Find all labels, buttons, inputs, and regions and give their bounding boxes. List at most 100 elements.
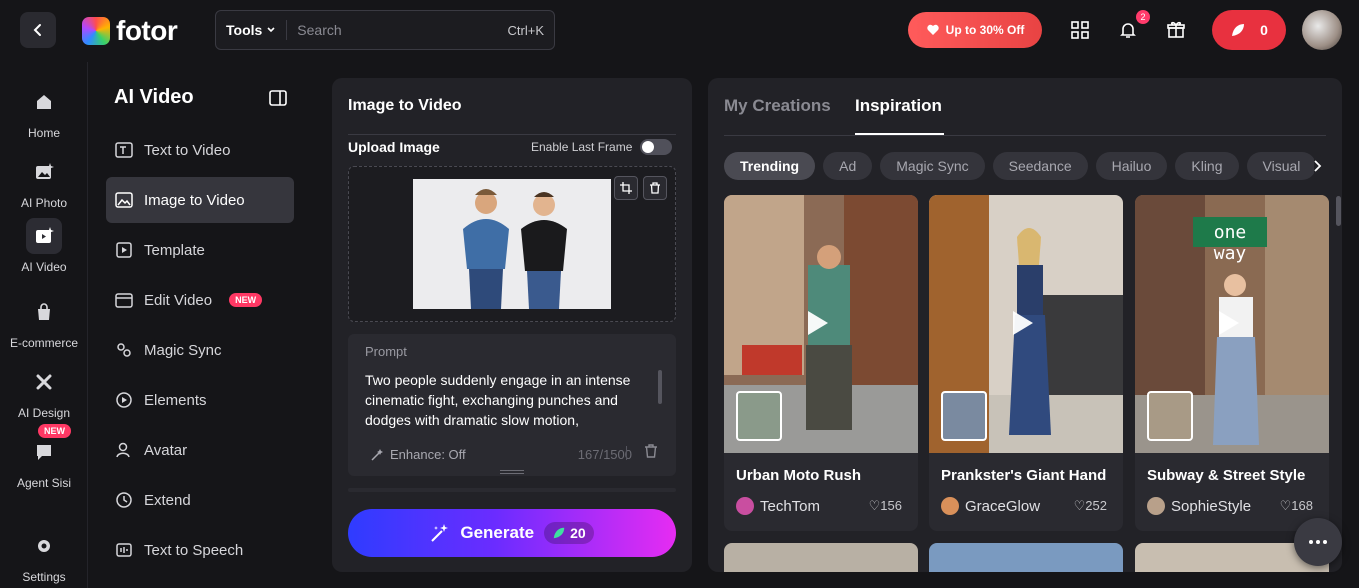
chip-ad[interactable]: Ad [823,152,873,180]
rail-item-ai-design[interactable]: AI Design [0,364,88,420]
chip-magic-sync[interactable]: Magic Sync [880,152,985,180]
street-sign-text: one way [1213,222,1247,264]
collapse-panel-button[interactable] [269,90,287,111]
heart-icon: ♡ [1279,498,1292,513]
home-icon [26,84,62,120]
apps-button[interactable] [1066,16,1094,44]
delete-image-button[interactable] [643,176,667,200]
generate-button[interactable]: Generate 20 [348,509,676,557]
play-icon [1219,311,1239,335]
history-icon [116,492,132,508]
nav-item-avatar[interactable]: Avatar [106,427,294,473]
logo-text: fotor [116,15,178,46]
tab-inspiration[interactable]: Inspiration [855,96,942,116]
upload-dropzone[interactable] [348,166,676,322]
chip-trending[interactable]: Trending [724,152,816,180]
prompt-scrollbar[interactable] [658,370,662,404]
promo-button[interactable]: Up to 30% Off [908,12,1042,48]
sidenav-title: AI Video [114,86,194,108]
nav-item-text-to-speech[interactable]: Text to Speech [106,527,294,573]
credits-count: 0 [1260,22,1268,38]
rail-item-home[interactable]: Home [0,84,88,140]
card-author[interactable]: GraceGlow [941,497,1040,515]
nav-item-template[interactable]: Template [106,227,294,273]
nav-label: Edit Video [144,291,213,309]
chevron-left-icon [33,24,41,36]
video-card[interactable]: Urban Moto Rush TechTom ♡156 [724,195,918,531]
fotor-logo-icon [82,17,110,45]
credits-button[interactable]: 0 [1212,10,1286,50]
like-count[interactable]: ♡168 [1280,498,1313,514]
notification-badge: 2 [1136,10,1150,24]
nav-item-edit-video[interactable]: Edit Video NEW [106,277,294,323]
clear-prompt-button[interactable] [644,444,658,463]
nav-item-magic-sync[interactable]: Magic Sync [106,327,294,373]
avatar-icon [116,442,130,458]
rail-item-ai-video[interactable]: AI Video [0,218,88,274]
nav-item-elements[interactable]: Elements [106,377,294,423]
generate-cost: 20 [544,522,594,544]
card-author[interactable]: TechTom [736,497,820,515]
count-divider [626,446,627,460]
play-icon [808,311,828,335]
source-thumbnail [736,391,782,441]
card-author[interactable]: SophieStyle [1147,497,1251,515]
rail-label: AI Photo [20,196,68,210]
prompt-box[interactable]: Prompt Two people suddenly engage in an … [348,334,676,476]
gift-button[interactable] [1162,16,1190,44]
panel-separator [348,488,676,492]
video-card[interactable]: Prankster's Giant Hand GraceGlow ♡252 [929,195,1123,531]
grid-icon [1071,21,1089,39]
video-card-next[interactable] [929,543,1123,572]
magic-wand-icon [431,524,449,542]
rail-item-ai-photo[interactable]: AI Photo [0,154,88,210]
author-name: GraceGlow [965,497,1041,515]
notifications-button[interactable]: 2 [1114,10,1150,44]
enhance-toggle[interactable]: Enhance: Off [370,447,466,462]
tools-dropdown[interactable]: Tools [226,20,288,40]
user-avatar[interactable] [1302,10,1342,50]
ai-photo-icon [26,154,62,190]
rail-item-settings[interactable]: Settings [0,528,88,584]
more-options-button[interactable] [1294,518,1342,566]
likes-value: 252 [1085,498,1107,513]
nav-label: Text to Speech [144,541,244,559]
crop-button[interactable] [614,176,638,200]
like-count[interactable]: ♡252 [1074,498,1107,514]
card-title: Subway & Street Style [1147,467,1306,484]
gallery-scrollbar[interactable] [1336,196,1341,226]
search-bar[interactable]: Tools Search Ctrl+K [215,10,555,50]
video-card-next[interactable] [724,543,918,572]
last-frame-toggle[interactable] [640,139,673,155]
tab-my-creations[interactable]: My Creations [724,96,831,116]
nav-item-extend[interactable]: Extend [106,477,294,523]
rail-label: AI Video [21,260,67,274]
fotor-logo[interactable]: fotor [82,15,178,47]
trash-icon [645,444,657,458]
chips-next-button[interactable] [1311,158,1325,179]
crop-icon [620,182,632,194]
rail-item-agent-sisi[interactable]: NEW Agent Sisi [0,424,88,490]
search-input[interactable]: Search [297,22,507,38]
author-avatar [1147,497,1165,515]
gift-icon [1167,21,1185,38]
prompt-textarea[interactable]: Two people suddenly engage in an intense… [365,370,643,430]
nav-item-text-to-video[interactable]: Text to Video [106,127,294,173]
last-frame-control: Enable Last Frame [531,139,673,155]
chip-seedance[interactable]: Seedance [992,152,1088,180]
resize-handle[interactable] [500,470,524,474]
edit-video-icon [115,293,133,308]
nav-item-image-to-video[interactable]: Image to Video [106,177,294,223]
chip-hailuo[interactable]: Hailuo [1095,152,1168,180]
heart-icon: ♡ [868,498,881,513]
like-count[interactable]: ♡156 [869,498,902,514]
panel-divider [348,134,676,135]
chevron-right-icon [1314,160,1322,172]
rail-item-e-commerce[interactable]: E-commerce [0,294,88,350]
video-card[interactable]: one way Subway & Street Style SophieStyl… [1135,195,1329,531]
back-button[interactable] [20,12,56,48]
chip-visual[interactable]: Visual [1246,152,1314,180]
author-name: SophieStyle [1171,497,1252,515]
chip-kling[interactable]: Kling [1175,152,1239,180]
search-shortcut: Ctrl+K [507,22,544,38]
